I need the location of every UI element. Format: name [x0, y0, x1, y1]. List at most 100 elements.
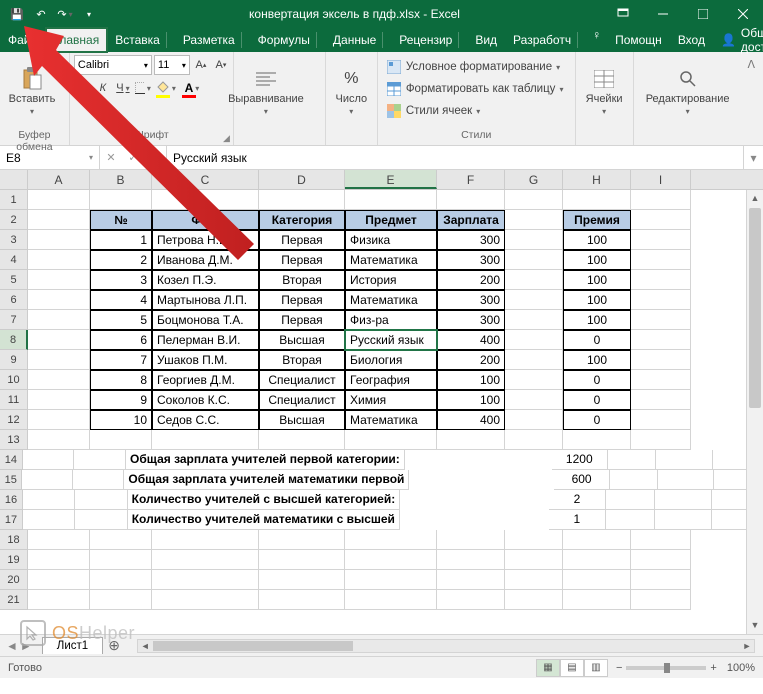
cell[interactable]	[631, 350, 691, 370]
editing-button[interactable]: Редактирование▾	[638, 55, 738, 127]
cell[interactable]	[259, 550, 345, 570]
horizontal-scrollbar[interactable]: ◄ ►	[137, 639, 755, 653]
scroll-left-icon[interactable]: ◄	[138, 640, 152, 652]
cell[interactable]	[437, 590, 505, 610]
col-header[interactable]: D	[259, 170, 345, 189]
col-header[interactable]: G	[505, 170, 563, 189]
cell[interactable]: Предмет	[345, 210, 437, 230]
cell[interactable]	[28, 370, 90, 390]
cell[interactable]: Высшая	[259, 330, 345, 350]
font-name-select[interactable]: Calibri▾	[74, 55, 152, 75]
cell[interactable]: 100	[563, 310, 631, 330]
scroll-up-icon[interactable]: ▲	[747, 190, 763, 207]
cell[interactable]: Биология	[345, 350, 437, 370]
cell[interactable]	[563, 430, 631, 450]
cell[interactable]: Козел П.Э.	[152, 270, 259, 290]
cell[interactable]	[505, 190, 563, 210]
cell[interactable]	[28, 330, 90, 350]
cell[interactable]: Вторая	[259, 350, 345, 370]
tell-me-icon[interactable]: ♀	[586, 28, 607, 52]
cell[interactable]: Первая	[259, 250, 345, 270]
cell[interactable]	[656, 450, 712, 470]
cell[interactable]	[631, 210, 691, 230]
enter-icon[interactable]: ✓	[122, 151, 144, 164]
cell[interactable]: Пелерман В.И.	[152, 330, 259, 350]
cell[interactable]: 2	[90, 250, 152, 270]
cell[interactable]: Количество учителей математики с высшей	[128, 510, 400, 530]
cell[interactable]: 1	[90, 230, 152, 250]
formula-input[interactable]: Русский язык	[167, 146, 743, 169]
fill-color-icon[interactable]	[154, 78, 178, 98]
border-icon[interactable]	[134, 78, 152, 98]
cell[interactable]	[23, 490, 75, 510]
tab-layout[interactable]: Разметка	[175, 28, 250, 52]
cell[interactable]: 0	[563, 370, 631, 390]
cell[interactable]	[437, 530, 505, 550]
alignment-button[interactable]: Выравнивание▾	[238, 55, 294, 127]
italic-button[interactable]: К	[94, 78, 112, 98]
cell[interactable]	[28, 230, 90, 250]
cell[interactable]	[259, 190, 345, 210]
tab-formulas[interactable]: Формулы	[250, 28, 325, 52]
col-header[interactable]: B	[90, 170, 152, 189]
cell[interactable]: 300	[437, 230, 505, 250]
cell[interactable]	[28, 550, 90, 570]
save-icon[interactable]: 💾	[6, 3, 28, 25]
cell[interactable]	[28, 390, 90, 410]
cell[interactable]: 1200	[552, 450, 608, 470]
cancel-icon[interactable]: ✕	[100, 151, 122, 164]
expand-formula-bar-icon[interactable]: ▾	[743, 146, 763, 169]
cell[interactable]: 200	[437, 350, 505, 370]
cell[interactable]	[90, 570, 152, 590]
cell[interactable]	[505, 410, 563, 430]
cell[interactable]: Боцмонова Т.А.	[152, 310, 259, 330]
cell[interactable]	[90, 550, 152, 570]
cell[interactable]: 1	[549, 510, 606, 530]
cell[interactable]	[345, 570, 437, 590]
sheet-nav-prev-icon[interactable]: ◄	[6, 639, 18, 653]
cell[interactable]: 300	[437, 310, 505, 330]
cell[interactable]	[152, 550, 259, 570]
row-header[interactable]: 9	[0, 350, 28, 370]
cell[interactable]	[28, 270, 90, 290]
scroll-down-icon[interactable]: ▼	[747, 617, 763, 634]
col-header[interactable]: F	[437, 170, 505, 189]
cell[interactable]: Петрова Н.В.	[152, 230, 259, 250]
row-header[interactable]: 10	[0, 370, 28, 390]
cell[interactable]	[505, 230, 563, 250]
cell[interactable]	[505, 350, 563, 370]
fx-icon[interactable]: fx	[144, 152, 166, 164]
cell[interactable]: Зарплата	[437, 210, 505, 230]
cell[interactable]	[28, 590, 90, 610]
cell[interactable]: 5	[90, 310, 152, 330]
cell[interactable]: Физ-ра	[345, 310, 437, 330]
page-break-view-icon[interactable]: ▥	[584, 659, 608, 677]
cell[interactable]	[90, 590, 152, 610]
cell[interactable]	[259, 430, 345, 450]
tab-signin[interactable]: Вход	[670, 28, 713, 52]
cell[interactable]	[23, 510, 75, 530]
cell[interactable]	[505, 390, 563, 410]
row-header[interactable]: 2	[0, 210, 28, 230]
cell[interactable]: ФИО	[152, 210, 259, 230]
collapse-ribbon-icon[interactable]: ᐱ	[743, 56, 759, 73]
cell[interactable]: Соколов К.С.	[152, 390, 259, 410]
cell[interactable]: Первая	[259, 230, 345, 250]
cell[interactable]: Химия	[345, 390, 437, 410]
cell[interactable]	[505, 370, 563, 390]
cell[interactable]: Вторая	[259, 270, 345, 290]
cell[interactable]	[75, 490, 127, 510]
row-header[interactable]: 11	[0, 390, 28, 410]
cell[interactable]: 400	[437, 330, 505, 350]
paste-button[interactable]: Вставить ▾	[4, 55, 60, 127]
cell[interactable]	[437, 570, 505, 590]
cell[interactable]: 100	[563, 350, 631, 370]
cell[interactable]: Математика	[345, 250, 437, 270]
row-header[interactable]: 15	[0, 470, 22, 490]
cell[interactable]	[75, 510, 127, 530]
row-header[interactable]: 16	[0, 490, 23, 510]
col-header[interactable]: E	[345, 170, 437, 189]
cell[interactable]	[73, 470, 124, 490]
cell[interactable]	[563, 530, 631, 550]
cell[interactable]	[259, 530, 345, 550]
